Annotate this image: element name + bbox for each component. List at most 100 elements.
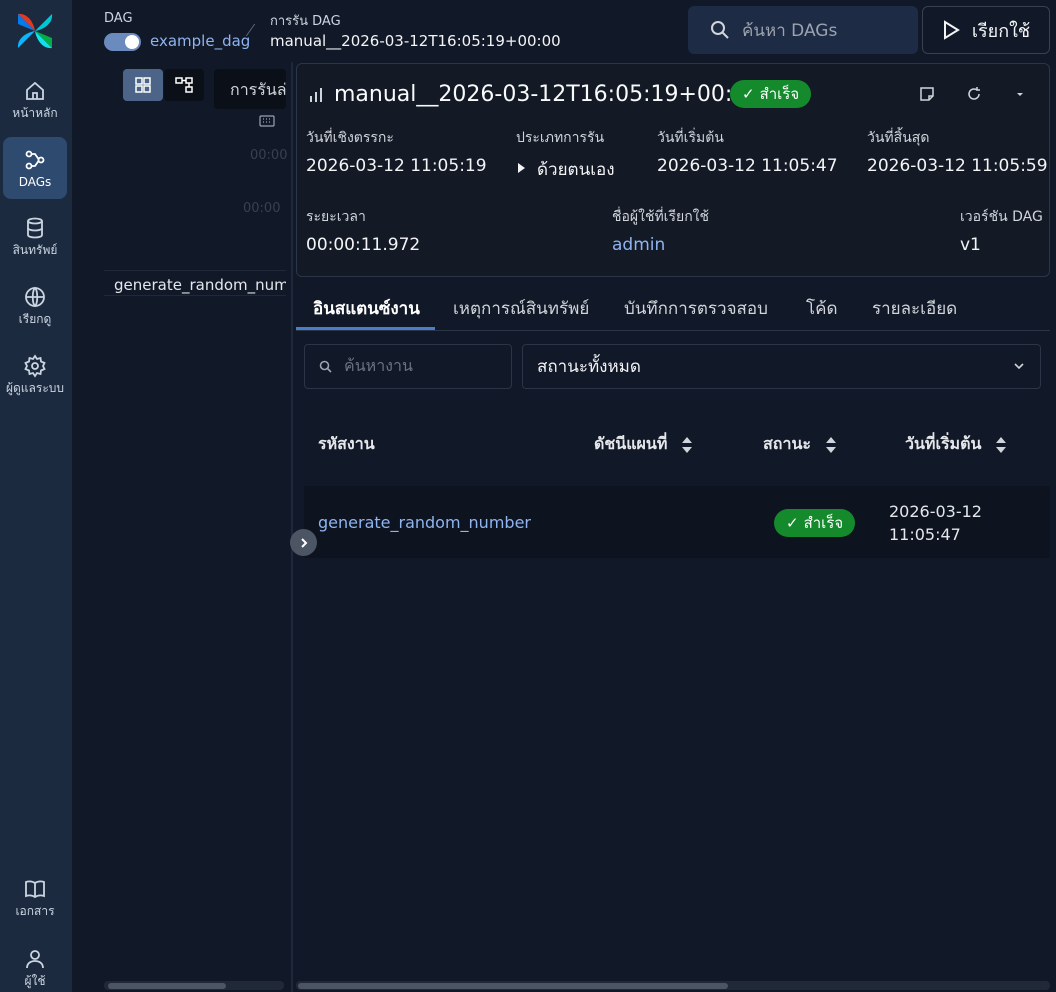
search-icon	[319, 360, 332, 373]
nav-docs[interactable]: เอกสาร	[3, 866, 67, 928]
run-type-text: ด้วยตนเอง	[537, 160, 615, 180]
search-icon	[711, 21, 729, 39]
check-icon: ✓	[742, 85, 755, 103]
trigger-dag-button[interactable]: เรียกใช้	[922, 6, 1050, 54]
user-icon	[26, 949, 44, 968]
main-scrollbar-thumb[interactable]	[298, 983, 728, 989]
nav-assets[interactable]: สินทรัพย์	[3, 205, 67, 267]
nav-docs-label: เอกสาร	[15, 903, 55, 918]
sort-icon	[996, 436, 1007, 453]
refresh-icon[interactable]	[965, 85, 983, 103]
triggered-by-label: ชื่อผู้ใช้ที่เรียกใช้	[612, 209, 710, 225]
dag-version-label: เวอร์ชัน DAG	[960, 209, 1043, 225]
breadcrumb-dag-link[interactable]: example_dag	[150, 32, 250, 50]
globe-icon	[25, 286, 45, 307]
check-icon: ✓	[786, 514, 799, 532]
column-header-start-date[interactable]: วันที่เริ่มต้น	[905, 432, 1007, 457]
nav-admin[interactable]: ผู้ดูแลระบบ	[3, 343, 67, 405]
task-id-link[interactable]: generate_random_number	[318, 513, 531, 532]
column-header-label: วันที่เริ่มต้น	[905, 434, 982, 453]
note-icon[interactable]	[918, 85, 936, 103]
trigger-dag-label: เรียกใช้	[971, 20, 1031, 42]
run-status-badge: ✓ สำเร็จ	[730, 80, 812, 108]
breadcrumb-dag-caption: DAG	[104, 11, 133, 26]
active-tab-indicator	[296, 327, 435, 330]
end-date-label: วันที่สิ้นสุด	[867, 130, 930, 146]
logical-date-value: 2026-03-12 11:05:19	[306, 156, 487, 176]
duration-label: ระยะเวลา	[306, 209, 366, 225]
panel-divider[interactable]	[291, 62, 293, 992]
state-filter-select[interactable]: สถานะทั้งหมด	[522, 344, 1041, 389]
run-type-value: ด้วยตนเอง	[518, 156, 615, 183]
breadcrumb-run-id: manual__2026-03-12T16:05:19+00:00	[270, 32, 561, 50]
task-search-placeholder: ค้นหางาน	[344, 356, 413, 375]
task-state-label: สำเร็จ	[803, 514, 844, 532]
task-search-input[interactable]: ค้นหางาน	[304, 344, 512, 389]
nav-home[interactable]: หน้าหลัก	[3, 68, 67, 130]
app-root: หน้าหลัก DAGs สินทรัพย์ เรียกดู ผู้ดูแลร…	[0, 0, 1056, 992]
grid-time-label: 00:00	[243, 201, 281, 216]
column-header-map-index[interactable]: ดัชนีแผนที่	[594, 432, 693, 457]
sort-icon	[682, 436, 693, 453]
grid-time-label: 00:00	[250, 148, 288, 163]
gear-icon	[24, 353, 46, 378]
nav-admin-label: ผู้ดูแลระบบ	[5, 380, 65, 395]
grid-task-name[interactable]: generate_random_number	[104, 270, 286, 296]
nav-browse[interactable]: เรียกดู	[3, 274, 67, 336]
grid-options-button[interactable]: การรันล่าสุด	[214, 69, 286, 109]
nav-home-label: หน้าหลัก	[12, 105, 58, 120]
grid-view-button[interactable]	[123, 69, 163, 101]
chevron-down-icon[interactable]	[1011, 85, 1029, 103]
task-start-date: 2026-03-12 11:05:47	[889, 502, 982, 544]
database-icon	[27, 217, 43, 238]
book-icon	[25, 879, 45, 898]
column-header-state[interactable]: สถานะ	[763, 432, 837, 457]
play-icon	[518, 163, 525, 173]
grid-scrollbar-thumb[interactable]	[108, 983, 226, 989]
left-nav: หน้าหลัก DAGs สินทรัพย์ เรียกดู ผู้ดูแลร…	[0, 0, 72, 992]
grid-icon	[135, 77, 151, 93]
graph-icon	[175, 77, 193, 93]
run-title: manual__2026-03-12T16:05:19+00:00	[334, 82, 761, 107]
nav-dags[interactable]: DAGs	[3, 137, 67, 199]
column-header-label: สถานะ	[763, 434, 811, 453]
dag-version-value: v1	[960, 235, 981, 255]
keyboard-icon[interactable]	[259, 114, 275, 128]
start-date-label: วันที่เริ่มต้น	[657, 130, 724, 146]
run-type-label: ประเภทการรัน	[516, 130, 605, 146]
dag-pause-toggle[interactable]	[104, 33, 141, 51]
collapse-panel-button[interactable]	[290, 529, 317, 556]
nav-user-label: ผู้ใช้	[24, 973, 46, 988]
column-header-label: ดัชนีแผนที่	[594, 434, 668, 453]
nav-assets-label: สินทรัพย์	[12, 242, 58, 257]
graph-view-button[interactable]	[164, 69, 204, 101]
dag-icon	[25, 150, 45, 169]
nav-browse-label: เรียกดู	[18, 311, 52, 326]
nav-dags-label: DAGs	[18, 174, 52, 189]
state-filter-value: สถานะทั้งหมด	[537, 357, 641, 377]
airflow-logo[interactable]	[14, 10, 56, 52]
start-date-value: 2026-03-12 11:05:47	[657, 156, 838, 176]
task-state-badge: ✓ สำเร็จ	[774, 509, 856, 537]
search-dags-placeholder: ค้นหา DAGs	[742, 20, 838, 41]
column-header-task-id[interactable]: รหัสงาน	[318, 432, 375, 457]
search-dags-button[interactable]: ค้นหา DAGs	[688, 6, 918, 54]
logical-date-label: วันที่เชิงตรรกะ	[306, 130, 394, 146]
tab-details[interactable]: รายละเอียด	[872, 295, 957, 322]
bar-chart-icon	[310, 88, 322, 102]
chevron-right-icon	[300, 537, 307, 548]
chevron-down-icon	[1014, 363, 1024, 370]
triggered-by-value[interactable]: admin	[612, 235, 665, 255]
play-icon	[943, 20, 960, 40]
tab-asset-events[interactable]: เหตุการณ์สินทรัพย์	[453, 295, 589, 322]
tab-audit-log[interactable]: บันทึกการตรวจสอบ	[624, 295, 768, 322]
tab-code[interactable]: โค้ด	[806, 295, 838, 322]
tab-task-instances[interactable]: อินสแตนซ์งาน	[313, 295, 420, 322]
run-status-label: สำเร็จ	[759, 85, 800, 103]
breadcrumb-separator	[245, 24, 265, 36]
home-icon	[26, 81, 44, 100]
end-date-value: 2026-03-12 11:05:59	[867, 156, 1048, 176]
nav-user[interactable]: ผู้ใช้	[3, 936, 67, 992]
breadcrumb-run-caption: การรัน DAG	[270, 14, 341, 29]
sort-icon	[825, 436, 836, 453]
